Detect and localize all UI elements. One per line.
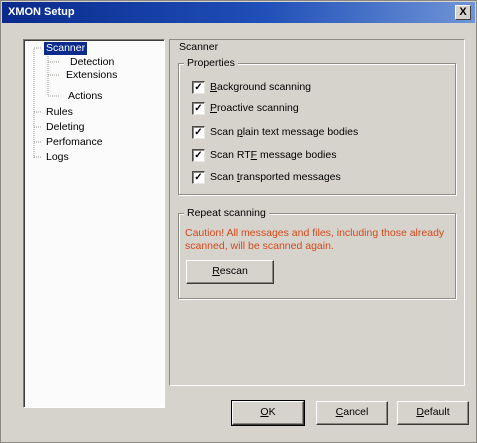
mnemonic: B	[210, 81, 218, 93]
option-label: ackground scanning	[217, 81, 311, 93]
check-mark-icon[interactable]: ✓	[192, 149, 205, 162]
option-label: ransported messages	[239, 171, 341, 183]
option-label-prefix: Scan	[210, 126, 237, 138]
check-mark-icon[interactable]: ✓	[192, 171, 205, 184]
check-mark-icon[interactable]: ✓	[192, 81, 205, 94]
tree-item-scanner[interactable]: Scanner	[44, 42, 88, 55]
close-button[interactable]: X	[455, 5, 471, 20]
button-label: escan	[219, 265, 248, 277]
tree-item-perfomance[interactable]: Perfomance	[44, 136, 105, 149]
close-icon: X	[459, 6, 467, 18]
repeat-scanning-group	[178, 213, 456, 299]
tree-item-actions[interactable]: Actions	[66, 90, 104, 103]
default-button[interactable]: Default	[397, 401, 469, 425]
option-label-prefix: Scan RT	[210, 149, 251, 161]
tree-item-extensions[interactable]: Extensions	[64, 69, 119, 82]
rescan-button[interactable]: Rescan	[186, 260, 274, 284]
button-label: K	[268, 406, 276, 418]
rescan-warning: Caution! All messages and files, includi…	[185, 227, 445, 252]
option-label: roactive scanning	[217, 102, 299, 114]
tree-item-detection[interactable]: Detection	[68, 56, 116, 69]
check-mark-icon[interactable]: ✓	[192, 102, 205, 115]
ok-button[interactable]: OK	[231, 400, 305, 426]
settings-tree[interactable]: Scanner Detection Extensions Actions Rul…	[23, 39, 165, 408]
cancel-button[interactable]: Cancel	[316, 401, 388, 425]
properties-group-title: Properties	[184, 57, 238, 69]
option-label: message bodies	[257, 149, 337, 161]
window-title: XMON Setup	[8, 6, 75, 18]
button-label: ancel	[343, 406, 369, 418]
button-label: efault	[423, 406, 450, 418]
check-mark-icon[interactable]: ✓	[192, 126, 205, 139]
tree-item-logs[interactable]: Logs	[44, 151, 71, 164]
option-label-prefix: Scan	[210, 171, 237, 183]
mnemonic: P	[210, 102, 218, 114]
repeat-scanning-title: Repeat scanning	[184, 207, 269, 219]
tree-item-deleting[interactable]: Deleting	[44, 121, 87, 134]
mnemonic: D	[416, 406, 424, 418]
panel-title: Scanner	[179, 41, 219, 53]
title-bar[interactable]: XMON Setup X	[2, 2, 475, 23]
option-label: lain text message bodies	[242, 126, 359, 138]
mnemonic: R	[212, 265, 220, 277]
tree-item-rules[interactable]: Rules	[44, 106, 75, 119]
setup-dialog: XMON Setup X Scanner Detection Extension…	[0, 0, 477, 443]
mnemonic: O	[260, 406, 269, 418]
